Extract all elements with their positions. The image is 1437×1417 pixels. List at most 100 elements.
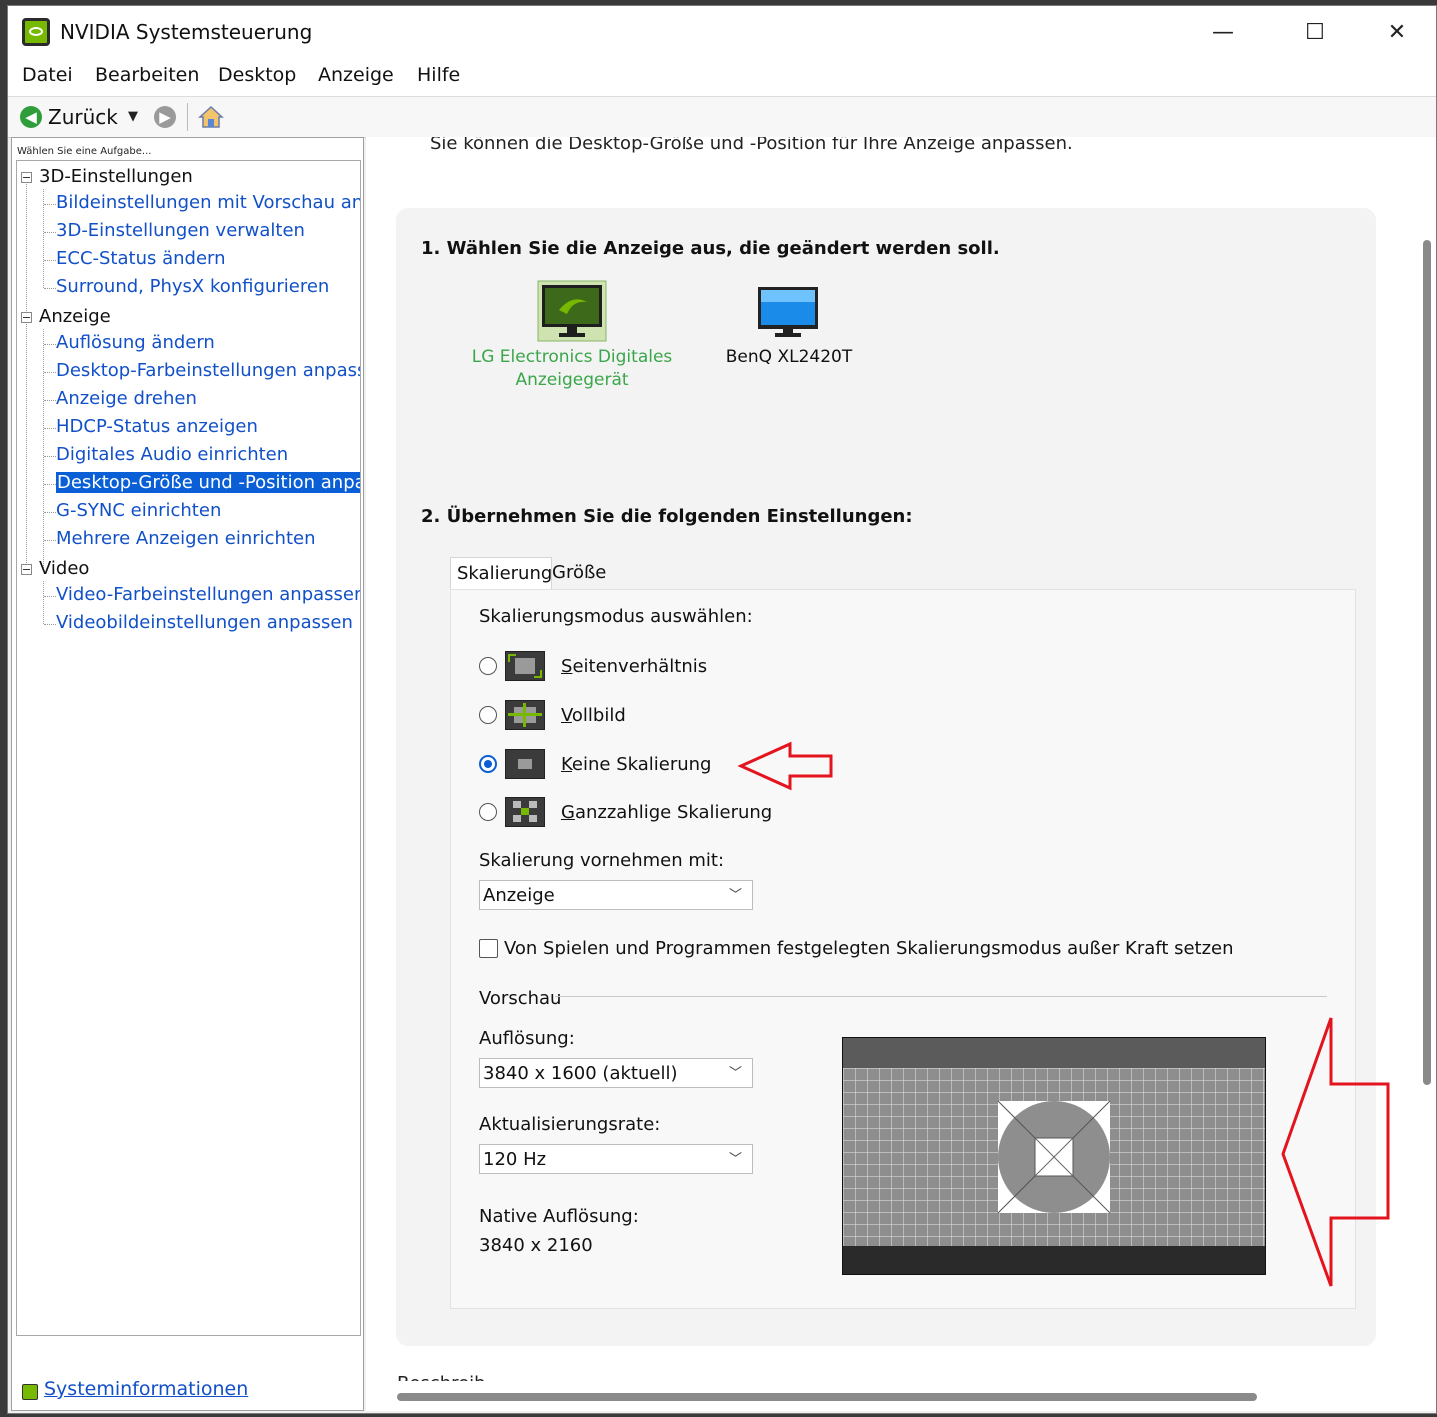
display-lg-line1: LG Electronics Digitales	[471, 347, 673, 367]
resolution-select[interactable]: 3840 x 1600 (aktuell) ﹀	[479, 1058, 753, 1088]
radio-integer-scaling[interactable]	[479, 803, 497, 821]
menu-bar: Datei Bearbeiten Desktop Anzeige Hilfe	[8, 60, 1436, 96]
monitor-lg-icon[interactable]	[537, 280, 607, 342]
native-resolution-value: 3840 x 2160	[479, 1235, 593, 1256]
option-fullscreen-label[interactable]: Vollbild	[561, 705, 626, 726]
fullscreen-icon	[505, 700, 545, 730]
close-button[interactable]: ✕	[1377, 16, 1417, 50]
main-content: Sie können die Desktop-Größe und -Positi…	[366, 137, 1436, 1411]
tree-branch	[44, 456, 56, 457]
refresh-rate-label: Aktualisierungsrate:	[479, 1114, 661, 1135]
menu-hilfe[interactable]: Hilfe	[417, 64, 460, 86]
radio-fullscreen[interactable]	[479, 706, 497, 724]
tree-branch	[44, 288, 56, 289]
radio-no-scaling[interactable]	[479, 755, 497, 773]
perform-scaling-label: Skalierung vornehmen mit:	[479, 850, 725, 871]
chevron-down-icon: ﹀	[728, 1066, 742, 1081]
history-dropdown-icon[interactable]: ▼	[128, 109, 138, 124]
menu-datei[interactable]: Datei	[22, 64, 73, 86]
sidebar-item-ecc[interactable]: ECC-Status ändern	[56, 248, 226, 269]
monitor-benq-icon[interactable]	[757, 286, 819, 338]
accelerator-key: V	[561, 705, 572, 726]
integer-scaling-icon	[505, 797, 545, 827]
preview-bottom-bar	[843, 1246, 1265, 1274]
main-horizontal-scrollbar[interactable]	[397, 1393, 1257, 1401]
sidebar-item-rotate[interactable]: Anzeige drehen	[56, 388, 197, 409]
task-caption: Wählen Sie eine Aufgabe...	[17, 146, 152, 157]
accelerator-key: S	[561, 656, 573, 677]
tree-branch	[44, 624, 56, 625]
scaling-panel: Skalierungsmodus auswählen: Seitenverhäl…	[450, 589, 1356, 1309]
sidebar-item-image-preview[interactable]: Bildeinstellungen mit Vorschau anpa	[56, 192, 360, 213]
override-checkbox[interactable]	[479, 939, 498, 958]
intro-text: Sie können die Desktop-Größe und -Positi…	[430, 137, 1073, 154]
radio-aspect-ratio[interactable]	[479, 657, 497, 675]
sidebar-item-audio[interactable]: Digitales Audio einrichten	[56, 444, 288, 465]
sidebar-item-video-image[interactable]: Videobildeinstellungen anpassen	[56, 612, 353, 633]
option-aspect-ratio-label[interactable]: Seitenverhältnis	[561, 656, 707, 677]
menu-bearbeiten[interactable]: Bearbeiten	[95, 64, 199, 86]
sidebar-item-multi-display[interactable]: Mehrere Anzeigen einrichten	[56, 528, 316, 549]
collapse-toggle-icon[interactable]	[21, 564, 32, 575]
option-text: eine Skalierung	[571, 754, 712, 775]
home-icon[interactable]	[198, 105, 224, 129]
display-lg-label[interactable]: LG Electronics Digitales Anzeigegerät	[456, 346, 688, 392]
refresh-rate-select[interactable]: 120 Hz ﹀	[479, 1144, 753, 1174]
settings-card: 1. Wählen Sie die Anzeige aus, die geänd…	[396, 208, 1376, 1346]
native-resolution-label: Native Auflösung:	[479, 1206, 639, 1227]
tree-branch	[44, 484, 56, 485]
sidebar-item-resolution[interactable]: Auflösung ändern	[56, 332, 215, 353]
back-button[interactable]: Zurück	[48, 105, 118, 129]
sidebar-item-desktop-color[interactable]: Desktop-Farbeinstellungen anpasser	[56, 360, 360, 381]
nvidia-logo-icon	[22, 18, 50, 46]
collapse-toggle-icon[interactable]	[21, 172, 32, 183]
tab-skalierung[interactable]: Skalierung	[450, 557, 552, 593]
test-pattern	[843, 1068, 1265, 1246]
forward-arrow-icon[interactable]: ▶	[154, 106, 176, 128]
refresh-rate-value: 120 Hz	[483, 1149, 547, 1170]
sidebar-item-gsync[interactable]: G-SYNC einrichten	[56, 500, 221, 521]
accelerator-key: K	[561, 754, 572, 775]
step1-heading: 1. Wählen Sie die Anzeige aus, die geänd…	[421, 238, 1000, 259]
sidebar-item-video-color[interactable]: Video-Farbeinstellungen anpassen	[56, 584, 360, 605]
system-info-link[interactable]: Systeminformationen	[44, 1378, 248, 1400]
tree-category-video[interactable]: Video	[39, 558, 89, 579]
sidebar-item-3d-manage[interactable]: 3D-Einstellungen verwalten	[56, 220, 305, 241]
tree-category-3d[interactable]: 3D-Einstellungen	[39, 166, 193, 187]
tree-branch	[44, 596, 56, 597]
step2-heading: 2. Übernehmen Sie die folgenden Einstell…	[421, 506, 913, 527]
display-benq-label[interactable]: BenQ XL2420T	[714, 346, 864, 369]
option-text: eitenverhältnis	[572, 656, 708, 677]
back-arrow-icon[interactable]: ◀	[20, 106, 42, 128]
scaling-preview	[842, 1037, 1266, 1275]
preview-section-label: Vorschau	[479, 988, 562, 1009]
no-scaling-icon	[505, 749, 545, 779]
option-no-scaling-label[interactable]: Keine Skalierung	[561, 754, 711, 775]
tree-branch	[44, 204, 56, 205]
toolbar: ◀ Zurück ▼ ▶	[8, 96, 1436, 138]
maximize-button[interactable]: ☐	[1295, 16, 1335, 50]
minimize-button[interactable]: —	[1203, 16, 1243, 50]
collapse-toggle-icon[interactable]	[21, 312, 32, 323]
preview-top-bar	[843, 1038, 1265, 1068]
aspect-ratio-icon	[505, 651, 545, 681]
tree-branch	[44, 400, 56, 401]
tab-groesse[interactable]: Größe	[546, 557, 612, 589]
sidebar-item-desktop-size[interactable]: Desktop-Größe und -Position anpass	[56, 472, 360, 493]
main-vertical-scrollbar[interactable]	[1423, 240, 1431, 1085]
tree-category-anzeige[interactable]: Anzeige	[39, 306, 111, 327]
menu-desktop[interactable]: Desktop	[218, 64, 296, 86]
option-integer-scaling-label[interactable]: Ganzzahlige Skalierung	[561, 802, 772, 823]
override-label[interactable]: Von Spielen und Programmen festgelegten …	[504, 938, 1234, 959]
tree-branch	[44, 512, 56, 513]
perform-scaling-select[interactable]: Anzeige ﹀	[479, 880, 753, 910]
task-tree: 3D-Einstellungen Bildeinstellungen mit V…	[16, 160, 361, 1336]
menu-anzeige[interactable]: Anzeige	[318, 64, 394, 86]
description-heading-clipped: Beschreib	[397, 1373, 486, 1381]
tree-branch	[44, 428, 56, 429]
toolbar-separator	[187, 103, 188, 131]
resolution-label: Auflösung:	[479, 1028, 575, 1049]
system-info-icon[interactable]	[22, 1384, 38, 1400]
sidebar-item-hdcp[interactable]: HDCP-Status anzeigen	[56, 416, 258, 437]
sidebar-item-surround[interactable]: Surround, PhysX konfigurieren	[56, 276, 329, 297]
